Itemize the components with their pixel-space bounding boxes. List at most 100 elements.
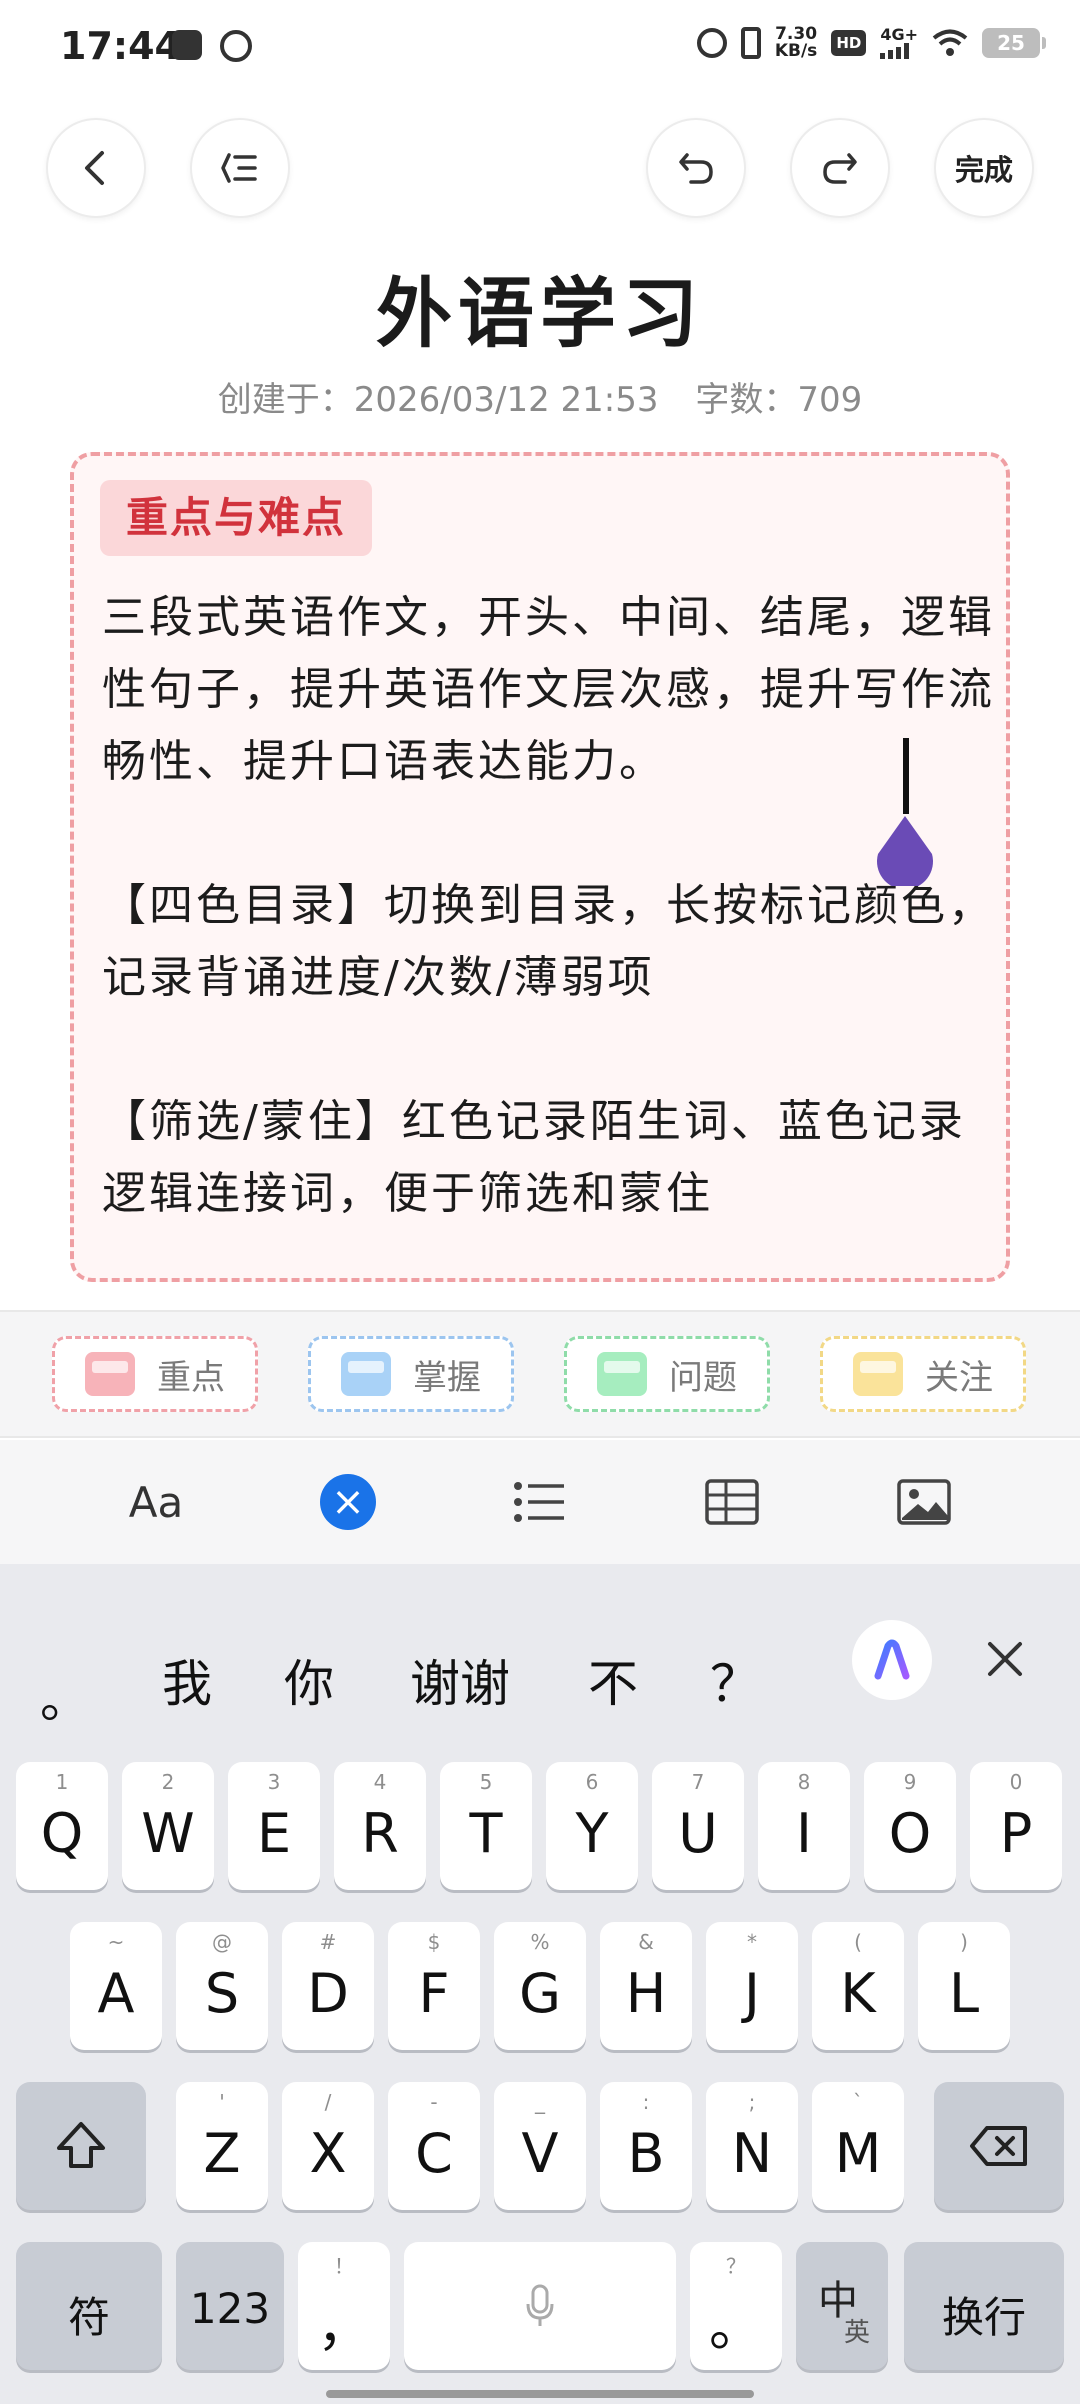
key-v[interactable]: _ V [494,2082,586,2210]
key-sub: 2 [161,1770,175,1794]
paragraph[interactable]: 【四色目录】切换到目录，长按标记颜色，记录背诵进度/次数/薄弱项 [102,870,1002,1014]
close-candidates-icon[interactable] [980,1634,1030,1684]
redo-button[interactable] [790,118,890,218]
card-tag[interactable]: 重点与难点 [100,480,373,556]
close-format-button[interactable]: × [312,1466,384,1538]
status-time: 17:44 [60,24,181,68]
image-button[interactable] [888,1466,960,1538]
undo-icon [679,153,713,184]
key-sub: $ [427,1930,441,1954]
key-f[interactable]: $ F [388,1922,480,2050]
alarm-icon [696,28,727,58]
key-x[interactable]: / X [282,2082,374,2210]
period-key[interactable]: ？。 [690,2242,782,2370]
net-speed: 7.30 KB/s [775,26,817,60]
candidate-word[interactable]: 谢谢 [410,1644,510,1716]
ai-assistant-button[interactable] [852,1620,932,1700]
comma-key[interactable]: ！， [298,2242,390,2370]
space-key[interactable] [404,2242,676,2370]
key-d[interactable]: # D [282,1922,374,2050]
key-g[interactable]: % G [494,1922,586,2050]
key-b[interactable]: :B [600,2082,692,2210]
home-indicator[interactable] [326,2390,754,2398]
key-p[interactable]: 0P [970,1762,1062,1890]
key-w[interactable]: 2W [122,1762,214,1890]
undo-button[interactable] [646,118,746,218]
key-main: G [519,1962,561,2025]
highlight-card[interactable]: 重点与难点 三段式英语作文，开头、中间、结尾，逻辑性句子，提升英语作文层次感，提… [70,452,1010,1282]
language-switch-key[interactable]: 中 英 [796,2242,888,2370]
key-r[interactable]: 4R [334,1762,426,1890]
message-notification-icon [172,30,202,60]
candidate-word[interactable]: 你 [284,1644,334,1716]
soft-keyboard: 。 我 你 谢谢 不 ？ 1Q 2W 3E 4R 5T 6Y 7U 8I 9O … [0,1564,1080,2404]
backspace-icon [970,2126,1027,2166]
note-title[interactable]: 外语学习 [0,252,1080,362]
list-button[interactable] [504,1466,576,1538]
key-t[interactable]: 5T [440,1762,532,1890]
marker-attention[interactable]: 关注 [820,1336,1026,1412]
outline-button[interactable] [190,118,290,218]
key-main: A [97,1962,135,2025]
key-sub: ; [748,2090,756,2114]
symbol-key[interactable]: 符 [16,2242,162,2370]
cursor-handle-icon[interactable] [874,816,936,886]
key-h[interactable]: & H [600,1922,692,2050]
card-body[interactable]: 三段式英语作文，开头、中间、结尾，逻辑性句子，提升英语作文层次感，提升写作流畅性… [102,582,1002,1230]
key-q[interactable]: 1Q [16,1762,108,1890]
enter-key[interactable]: 换行 [904,2242,1064,2370]
candidate-word[interactable]: ？ [710,1644,760,1716]
key-sub: & [638,1930,654,1954]
key-s[interactable]: @ S [176,1922,268,2050]
key-sub: 8 [797,1770,811,1794]
table-button[interactable] [696,1466,768,1538]
vibrate-icon [740,27,761,59]
key-a[interactable]: ~ A [70,1922,162,2050]
key-c[interactable]: -C [388,2082,480,2210]
key-i[interactable]: 8I [758,1762,850,1890]
key-z[interactable]: ' Z [176,2082,268,2210]
network-type: 4G+ [880,25,918,44]
key-main: O [888,1802,932,1865]
marker-label: 问题 [669,1357,737,1398]
key-e[interactable]: 3E [228,1762,320,1890]
done-label: 完成 [954,153,1013,187]
backspace-key[interactable] [934,2082,1064,2210]
marker-important[interactable]: 重点 [52,1336,258,1412]
key-n[interactable]: ; N [706,2082,798,2210]
marker-mastered[interactable]: 掌握 [308,1336,514,1412]
shift-key[interactable] [16,2082,146,2210]
green-swatch-icon [597,1352,647,1396]
key-k[interactable]: (K [812,1922,904,2050]
key-j[interactable]: * J [706,1922,798,2050]
marker-label: 关注 [925,1357,993,1398]
key-main: U [678,1802,718,1865]
image-icon [897,1479,951,1525]
marker-label: 掌握 [413,1357,481,1398]
done-button[interactable]: 完成 [934,118,1034,218]
key-l[interactable]: ) L [918,1922,1010,2050]
key-main: 。 [709,2295,763,2358]
number-key[interactable]: 123 [176,2242,284,2370]
candidate-word[interactable]: 不 [588,1644,638,1716]
lang-sub: 英 [844,2318,871,2348]
text-style-button[interactable]: Aa [120,1466,192,1538]
key-sub: 6 [585,1770,599,1794]
color-marker-bar: 重点 掌握 问题 关注 [0,1310,1080,1438]
battery-icon: 25 [982,28,1046,58]
key-main: J [744,1962,760,2025]
marker-question[interactable]: 问题 [564,1336,770,1412]
status-bar: 17:44 7.30 KB/s HD 4G+ 25 [0,0,1080,96]
key-y[interactable]: 6Y [546,1762,638,1890]
candidate-word[interactable]: 。 [40,1660,90,1732]
candidate-word[interactable]: 我 [162,1644,212,1716]
paragraph[interactable]: 【筛选/蒙住】红色记录陌生词、蓝色记录逻辑连接词，便于筛选和蒙住 [102,1086,1002,1230]
key-o[interactable]: 9O [864,1762,956,1890]
key-m[interactable]: ` M [812,2082,904,2210]
back-button[interactable] [46,118,146,218]
key-u[interactable]: 7U [652,1762,744,1890]
paragraph[interactable]: 三段式英语作文，开头、中间、结尾，逻辑性句子，提升英语作文层次感，提升写作流畅性… [102,582,1002,798]
key-main: T [469,1802,503,1865]
key-main: B [627,2122,665,2185]
key-sub: - [430,2090,438,2114]
